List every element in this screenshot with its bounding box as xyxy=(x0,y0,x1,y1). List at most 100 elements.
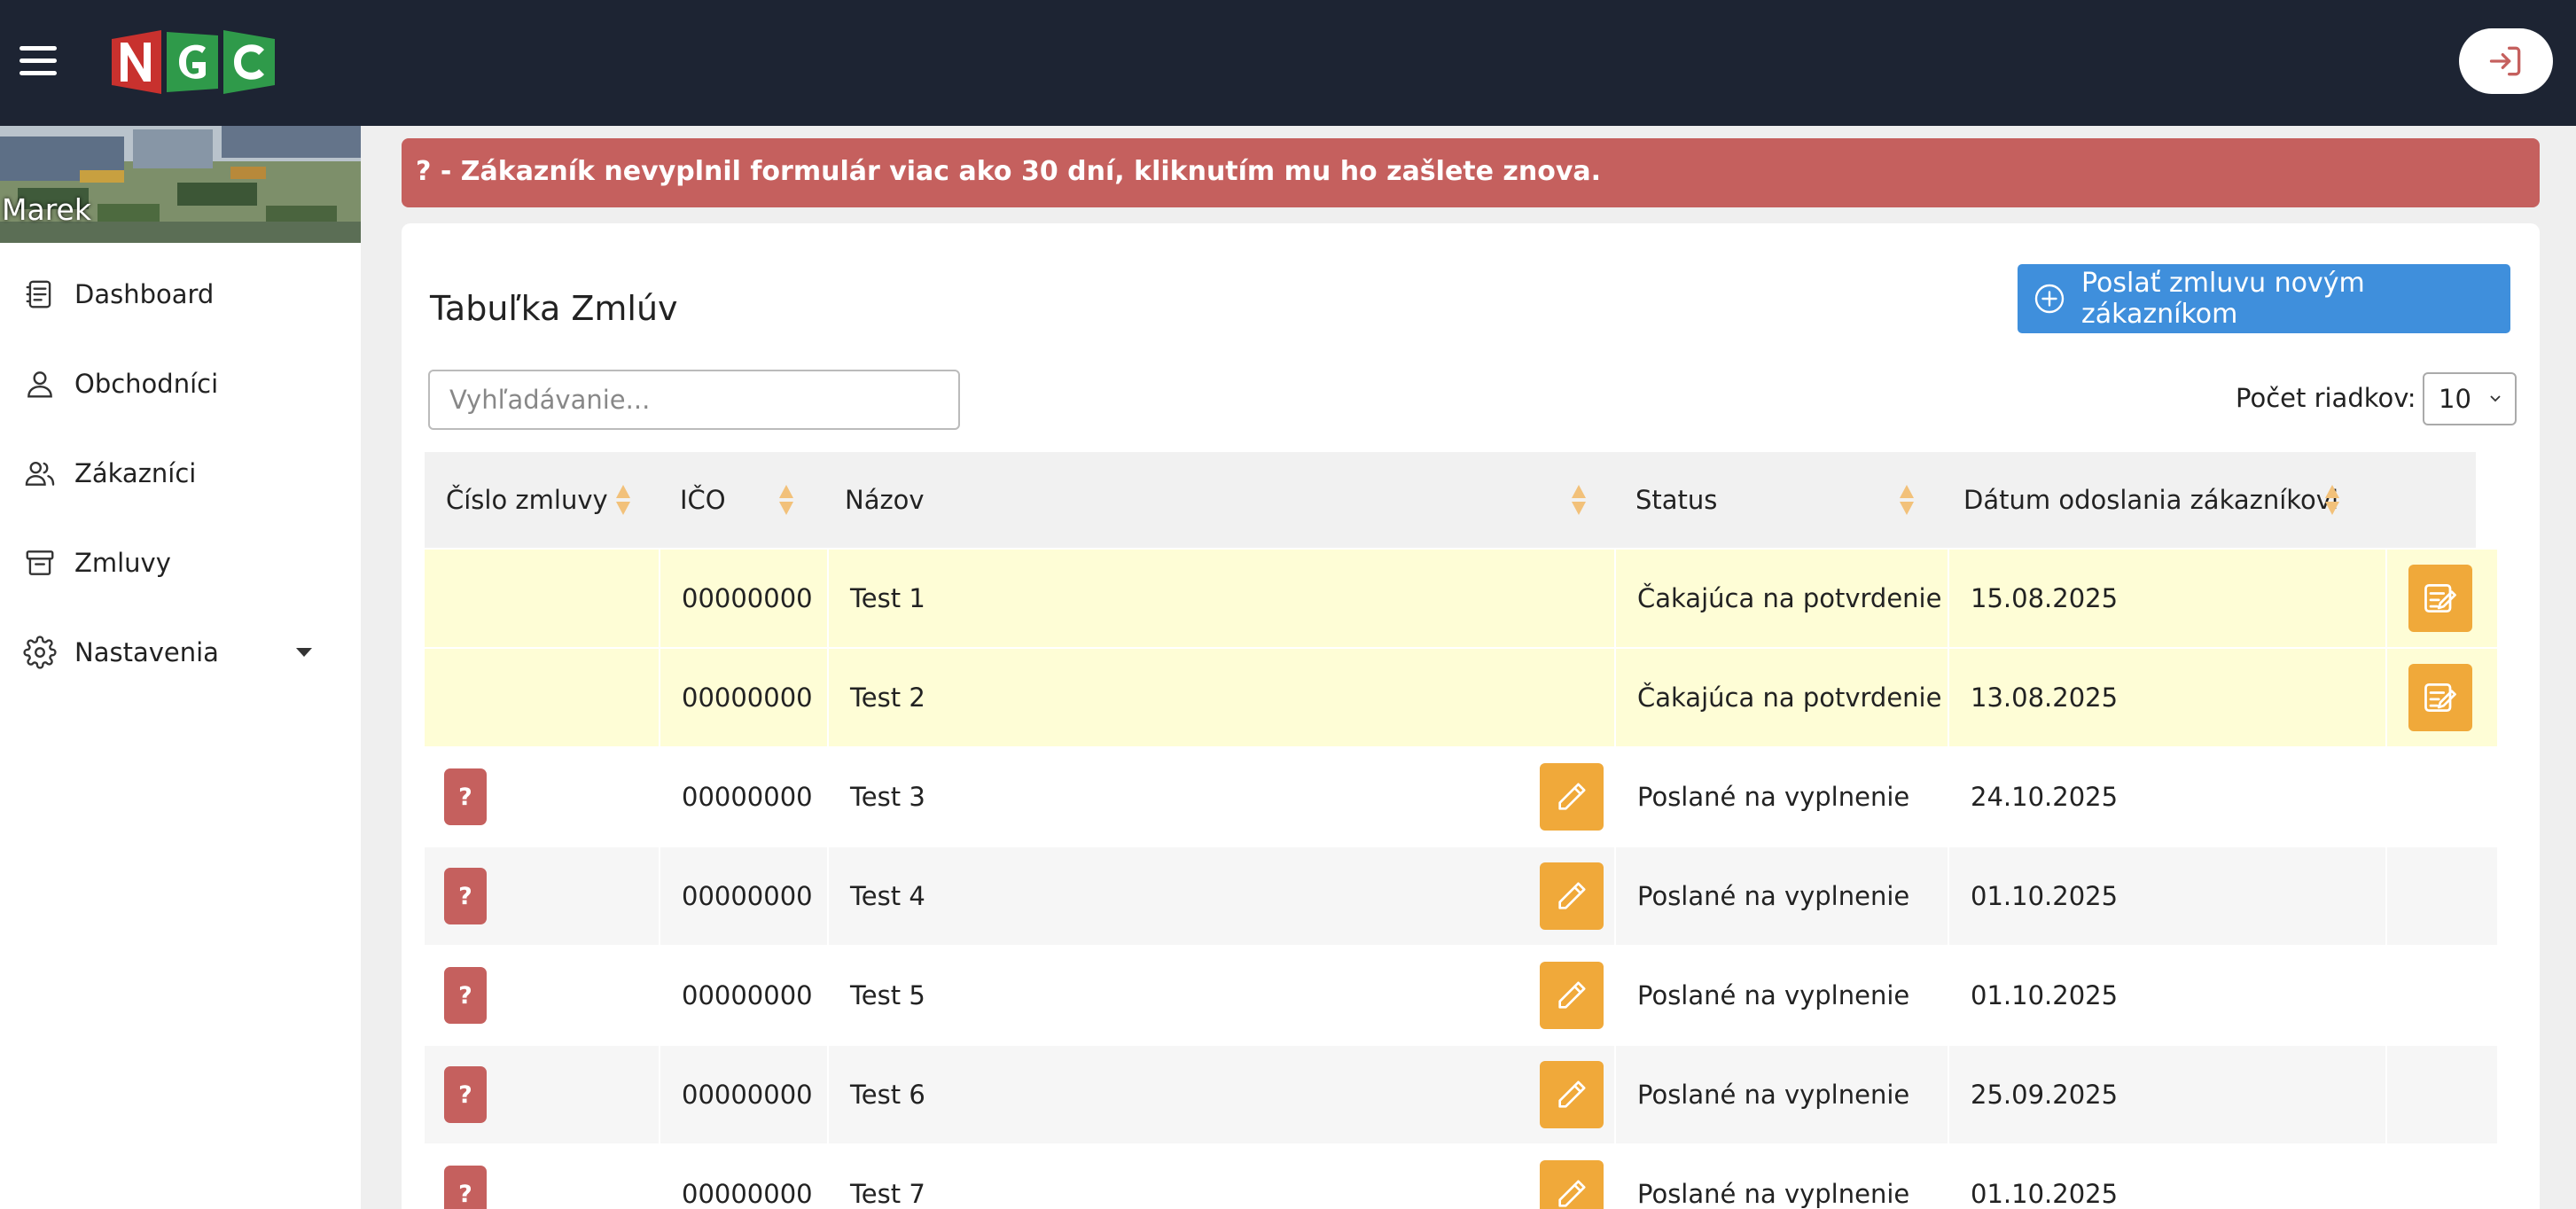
table-cell-background xyxy=(829,1145,1614,1209)
cell-nazov: Test 6 xyxy=(850,1080,925,1110)
table-cell-background xyxy=(829,1046,1614,1143)
resend-form-button[interactable]: ? xyxy=(444,1066,487,1123)
cell-nazov: Test 3 xyxy=(850,782,925,812)
rows-per-page-select[interactable]: 10 xyxy=(2423,372,2517,425)
column-header-label: Dátum odoslania zákazníkovi xyxy=(1963,485,2339,515)
cell-status: Poslané na vyplnenie xyxy=(1637,881,1910,911)
send-contract-button[interactable]: Poslať zmluvu novým zákazníkom xyxy=(2018,264,2510,333)
sidebar-item-label: Nastavenia xyxy=(74,637,219,667)
dashboard-icon xyxy=(26,280,51,308)
table-cell-background xyxy=(425,550,659,647)
sidebar-item-label: Dashboard xyxy=(74,279,215,309)
cell-ico: 00000000 xyxy=(682,980,813,1010)
table-cell-background xyxy=(2387,847,2497,945)
column-header-ico[interactable]: IČO xyxy=(659,452,824,548)
cell-status: Poslané na vyplnenie xyxy=(1637,980,1910,1010)
cell-datum: 24.10.2025 xyxy=(1971,782,2119,812)
login-button[interactable] xyxy=(2459,28,2553,94)
cell-datum: 01.10.2025 xyxy=(1971,980,2119,1010)
search-input[interactable] xyxy=(428,370,960,430)
cell-status: Čakajúca na potvrdenie xyxy=(1637,682,1942,713)
table-cell-background xyxy=(425,649,659,746)
users-icon xyxy=(25,461,55,486)
sidebar-username: Marek xyxy=(2,192,91,227)
sidebar-item-dashboard[interactable]: Dashboard xyxy=(0,254,361,334)
edit-name-button[interactable] xyxy=(1540,1061,1604,1128)
sidebar-banner-image: Marek xyxy=(0,126,361,243)
sidebar-item-label: Obchodníci xyxy=(74,369,219,399)
column-header-status[interactable]: Status xyxy=(1614,452,1942,548)
edit-name-button[interactable] xyxy=(1540,1160,1604,1209)
column-header-label: Číslo zmluvy xyxy=(446,485,608,515)
edit-name-button[interactable] xyxy=(1540,763,1604,831)
cell-status: Poslané na vyplnenie xyxy=(1637,782,1910,812)
archive-icon xyxy=(26,550,54,575)
resend-form-button[interactable]: ? xyxy=(444,1166,487,1209)
cell-ico: 00000000 xyxy=(682,782,813,812)
table-cell-background xyxy=(2387,947,2497,1044)
hamburger-menu-icon[interactable] xyxy=(20,46,57,76)
review-contract-button[interactable] xyxy=(2408,664,2472,731)
table-row: ? 00000000 Test 7 Poslané na vyplnenie 01.10… xyxy=(425,1145,2517,1209)
chevron-down-icon xyxy=(2490,395,2501,402)
sidebar-item-label: Zákazníci xyxy=(74,458,197,488)
column-header-datum[interactable]: Dátum odoslania zákazníkovi xyxy=(1942,452,2368,548)
resend-form-button[interactable]: ? xyxy=(444,868,487,924)
column-header-label: Názov xyxy=(845,485,925,515)
resend-form-button[interactable]: ? xyxy=(444,967,487,1024)
ngc-logo xyxy=(112,30,275,94)
sidebar: Marek Dashboard Obchodníci Zákazníci Zml… xyxy=(0,126,361,1209)
sidebar-item-zmluvy[interactable]: Zmluvy xyxy=(0,523,361,603)
edit-name-button[interactable] xyxy=(1540,962,1604,1029)
table-cell-background xyxy=(2387,1046,2497,1143)
gear-icon xyxy=(23,636,57,669)
edit-document-icon xyxy=(2424,583,2456,613)
column-header-actions xyxy=(2368,452,2476,548)
cell-datum: 01.10.2025 xyxy=(1971,881,2119,911)
cell-datum: 13.08.2025 xyxy=(1971,682,2119,713)
caret-down-icon xyxy=(296,648,312,657)
cell-ico: 00000000 xyxy=(682,583,813,613)
rows-per-page-label: Počet riadkov: xyxy=(2236,383,2416,413)
cell-ico: 00000000 xyxy=(682,881,813,911)
table-cell-background xyxy=(829,649,1614,746)
cell-nazov: Test 5 xyxy=(850,980,925,1010)
sidebar-item-obchodnici[interactable]: Obchodníci xyxy=(0,344,361,424)
cell-datum: 01.10.2025 xyxy=(1971,1179,2119,1209)
cell-datum: 15.08.2025 xyxy=(1971,583,2119,613)
table-row: ? 00000000 Test 6 Poslané na vyplnenie 25.09… xyxy=(425,1046,2517,1145)
rows-per-page-value: 10 xyxy=(2439,384,2471,414)
pencil-icon xyxy=(1558,981,1586,1009)
table-row: ? 00000000 Test 3 Poslané na vyplnenie 24.10… xyxy=(425,748,2517,847)
cell-status: Poslané na vyplnenie xyxy=(1637,1080,1910,1110)
cell-datum: 25.09.2025 xyxy=(1971,1080,2119,1110)
edit-document-icon xyxy=(2424,682,2456,713)
cell-nazov: Test 4 xyxy=(850,881,925,911)
resend-form-button[interactable]: ? xyxy=(444,768,487,825)
review-contract-button[interactable] xyxy=(2408,565,2472,632)
column-header-nazov[interactable]: Názov xyxy=(824,452,1614,548)
sort-icon xyxy=(2325,485,2339,515)
send-contract-label: Poslať zmluvu novým zákazníkom xyxy=(2081,268,2365,330)
cell-ico: 00000000 xyxy=(682,1179,813,1209)
table-cell-background xyxy=(829,550,1614,647)
table-row: 00000000 Test 1 Čakajúca na potvrdenie 15.0… xyxy=(425,550,2517,649)
sidebar-item-zakaznici[interactable]: Zákazníci xyxy=(0,433,361,513)
cell-ico: 00000000 xyxy=(682,1080,813,1110)
plus-circle-icon xyxy=(2034,284,2065,314)
pencil-icon xyxy=(1558,783,1586,810)
cell-nazov: Test 7 xyxy=(850,1179,925,1209)
top-bar xyxy=(0,0,2576,126)
edit-name-button[interactable] xyxy=(1540,862,1604,930)
sidebar-item-nastavenia[interactable]: Nastavenia xyxy=(0,612,361,692)
table-row: ? 00000000 Test 5 Poslané na vyplnenie 01.10… xyxy=(425,947,2517,1046)
column-header-cislo[interactable]: Číslo zmluvy xyxy=(425,452,659,548)
sort-icon xyxy=(779,485,793,515)
login-icon xyxy=(2489,46,2521,76)
sort-icon xyxy=(1900,485,1914,515)
pencil-icon xyxy=(1558,882,1586,909)
table-cell-background xyxy=(829,947,1614,1044)
column-header-label: IČO xyxy=(680,485,726,515)
table-row: ? 00000000 Test 4 Poslané na vyplnenie 01.10… xyxy=(425,847,2517,947)
sort-icon xyxy=(1572,485,1586,515)
